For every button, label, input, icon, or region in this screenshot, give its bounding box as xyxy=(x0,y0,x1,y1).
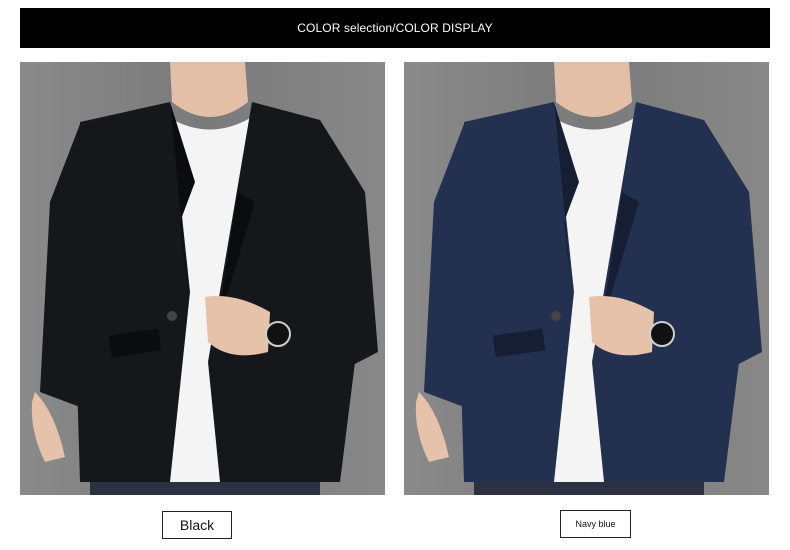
color-option-navy-blue[interactable]: Navy blue xyxy=(560,510,631,538)
product-photo-navy[interactable] xyxy=(404,62,769,495)
color-display-banner: COLOR selection/COLOR DISPLAY xyxy=(20,8,770,48)
banner-title: COLOR selection/COLOR DISPLAY xyxy=(297,21,493,35)
color-option-black[interactable]: Black xyxy=(162,511,232,539)
product-photo-black[interactable] xyxy=(20,62,385,495)
color-option-label: Navy blue xyxy=(575,519,616,529)
model-navy-blazer-illustration xyxy=(404,62,769,495)
color-option-label: Black xyxy=(179,517,215,533)
model-black-blazer-illustration xyxy=(20,62,385,495)
